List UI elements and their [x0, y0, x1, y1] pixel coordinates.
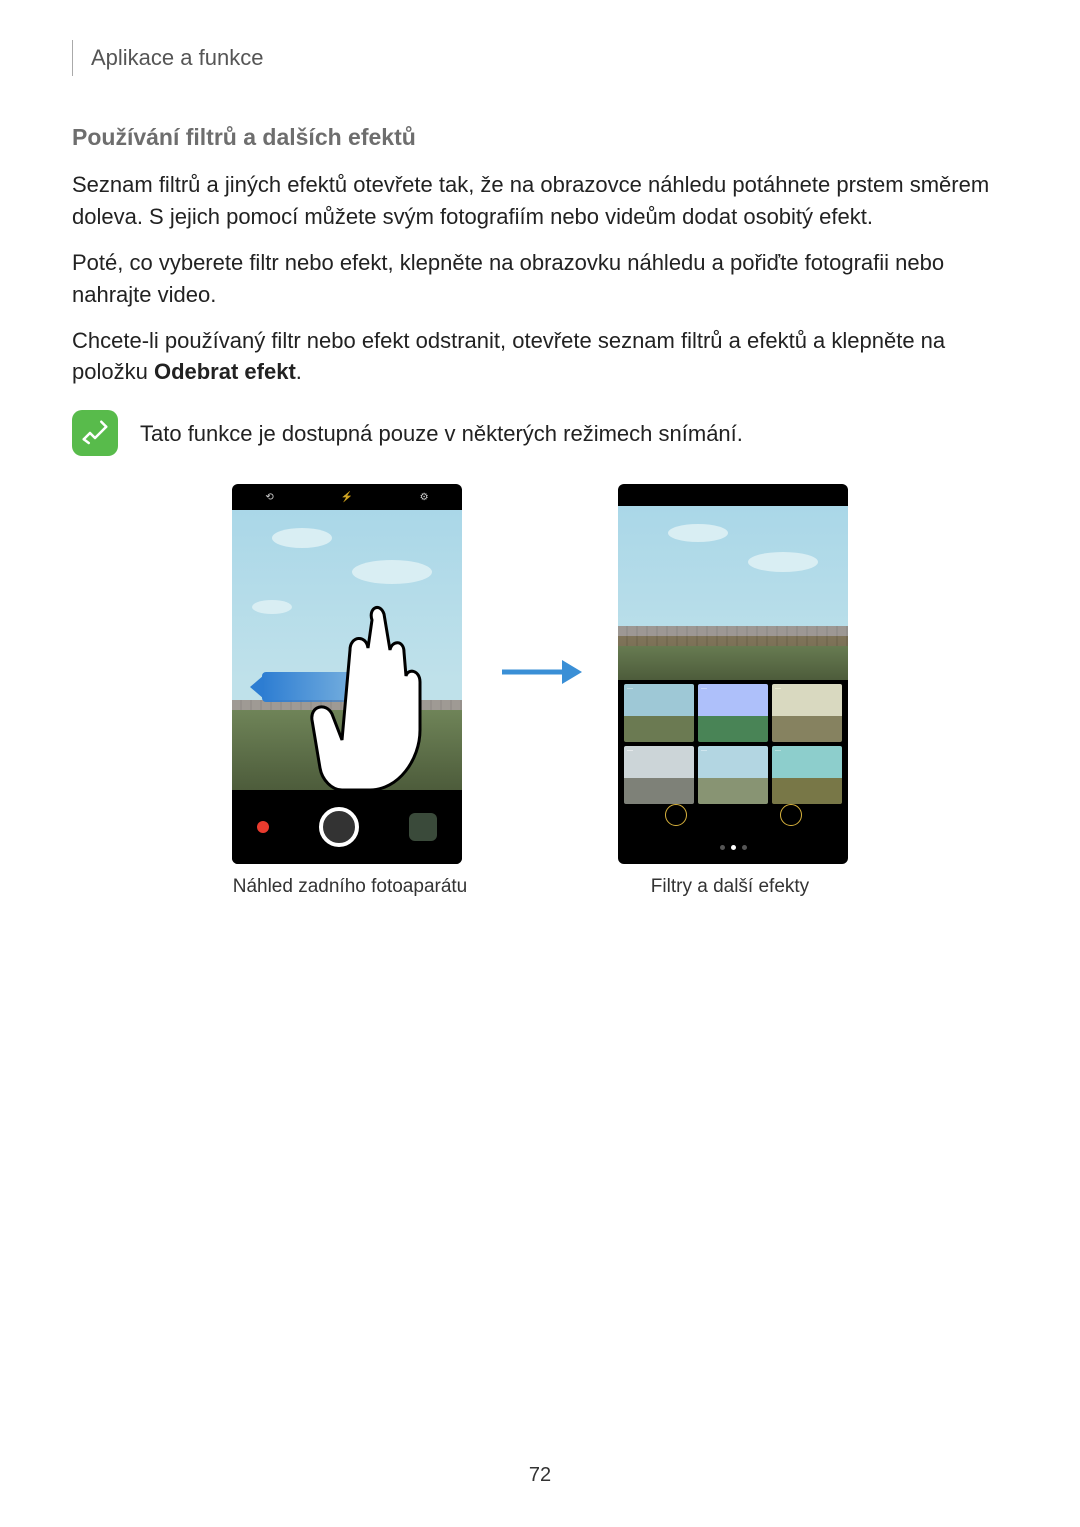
filter-thumbnail: —: [698, 684, 768, 742]
paragraph-3-post: .: [296, 359, 302, 384]
flash-icon: ⚡: [340, 492, 352, 503]
paragraph-3: Chcete-li používaný filtr nebo efekt ods…: [72, 325, 1008, 389]
gallery-thumb-icon: [409, 813, 437, 841]
figure-filters-panel: — — — — — —: [618, 484, 848, 864]
camera-bottom-bar: [232, 790, 462, 864]
figure-row: ⟲ ⚡ ⚙: [72, 484, 1008, 864]
arrow-right-icon: [498, 652, 582, 697]
page-number: 72: [0, 1464, 1080, 1487]
filter-thumbnail: —: [698, 746, 768, 804]
filters-mode-row: [618, 800, 848, 830]
paragraph-1: Seznam filtrů a jiných efektů otevřete t…: [72, 169, 1008, 233]
page-dots: [618, 845, 848, 850]
camera-viewfinder: [232, 510, 462, 790]
caption-left: Náhled zadního fotoaparátu: [220, 876, 480, 898]
filter-thumbnail: —: [772, 746, 842, 804]
note-icon: [72, 410, 118, 456]
camera-top-bar: ⟲ ⚡ ⚙: [232, 484, 462, 510]
record-icon: [257, 821, 269, 833]
filters-main-preview: [618, 506, 848, 680]
shutter-button-icon: [319, 807, 359, 847]
camera-switch-icon: ⟲: [265, 492, 273, 503]
note-block: Tato funkce je dostupná pouze v některýc…: [72, 410, 1008, 456]
filter-thumbnail: —: [624, 746, 694, 804]
breadcrumb-container: Aplikace a funkce: [72, 40, 1008, 76]
paragraph-3-bold: Odebrat efekt: [154, 359, 296, 384]
breadcrumb: Aplikace a funkce: [91, 45, 263, 71]
section-title: Používání filtrů a dalších efektů: [72, 124, 1008, 151]
effect-mode-icon: [780, 804, 802, 826]
figure-captions: Náhled zadního fotoaparátu Filtry a dalš…: [72, 876, 1008, 898]
paragraph-2: Poté, co vyberete filtr nebo efekt, klep…: [72, 247, 1008, 311]
caption-right: Filtry a další efekty: [600, 876, 860, 898]
filter-thumbnail: —: [772, 684, 842, 742]
figure-camera-preview: ⟲ ⚡ ⚙: [232, 484, 462, 864]
filters-grid: — — — — — —: [624, 684, 842, 804]
filter-thumbnail: —: [624, 684, 694, 742]
face-mode-icon: [665, 804, 687, 826]
settings-gear-icon: ⚙: [420, 492, 429, 503]
note-text: Tato funkce je dostupná pouze v některýc…: [140, 410, 743, 450]
